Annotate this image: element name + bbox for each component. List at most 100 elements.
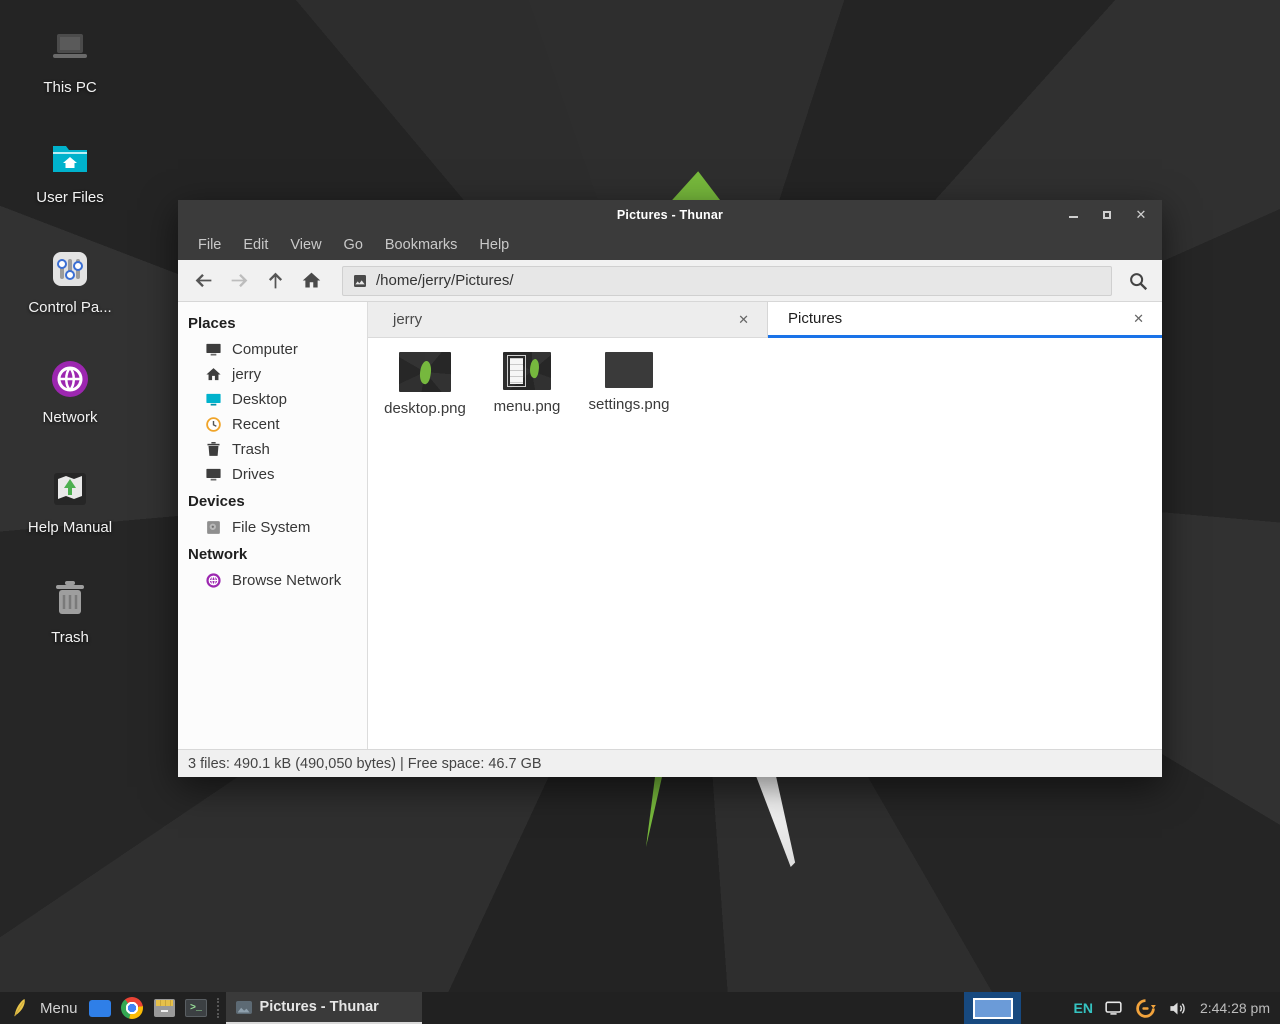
keyboard-layout-indicator[interactable]: EN <box>1073 1000 1092 1016</box>
menu-button-label[interactable]: Menu <box>40 1000 78 1017</box>
file-thumbnail <box>503 352 551 390</box>
tab-jerry[interactable]: jerry ✕ <box>368 302 768 338</box>
taskbar: Menu >_ Pictures - Thunar EN 2:4 <box>0 992 1280 1024</box>
file-name: desktop.png <box>384 400 466 417</box>
sidebar-item-jerry[interactable]: jerry <box>178 362 367 387</box>
sidebar-header-places: Places <box>178 309 367 337</box>
tab-close-icon[interactable]: ✕ <box>1127 309 1150 329</box>
sidebar-item-computer[interactable]: Computer <box>178 337 367 362</box>
desktop-icon-this-pc[interactable]: This PC <box>20 26 120 96</box>
taskbar-window-button[interactable]: Pictures - Thunar <box>226 992 422 1024</box>
desktop-icon-control-panel[interactable]: Control Pa... <box>20 246 120 316</box>
status-text: 3 files: 490.1 kB (490,050 bytes) | Free… <box>188 756 542 772</box>
control-panel-icon <box>47 246 93 292</box>
file-name: menu.png <box>494 398 561 415</box>
tab-label: jerry <box>393 311 732 328</box>
sidebar-item-browse-network[interactable]: Browse Network <box>178 568 367 593</box>
desktop-icon <box>205 391 222 408</box>
feather-logo-icon <box>11 997 29 1019</box>
menu-file[interactable]: File <box>187 233 232 257</box>
sidebar-item-file-system[interactable]: File System <box>178 515 367 540</box>
toolbar: /home/jerry/Pictures/ <box>178 260 1162 302</box>
wallpaper-logo-fragment <box>644 777 664 847</box>
sidebar-item-desktop[interactable]: Desktop <box>178 387 367 412</box>
address-path: /home/jerry/Pictures/ <box>376 272 514 289</box>
recent-clock-icon <box>205 416 222 433</box>
forward-arrow-icon <box>229 270 250 291</box>
terminal-launcher[interactable]: >_ <box>185 997 208 1020</box>
desktop-icon-user-files[interactable]: User Files <box>20 136 120 206</box>
sidebar-item-label: Drives <box>232 466 275 483</box>
volume-button[interactable] <box>1166 997 1189 1020</box>
thunar-window: Pictures - Thunar ✕ File Edit View Go Bo… <box>178 200 1162 777</box>
menu-view[interactable]: View <box>279 233 332 257</box>
desktop-icon-network[interactable]: Network <box>20 356 120 426</box>
search-button[interactable] <box>1124 267 1152 295</box>
maximize-button[interactable] <box>1096 200 1118 229</box>
sidebar-item-label: jerry <box>232 366 261 383</box>
desktop-wallpaper: This PC User Files Control Pa... Network… <box>0 0 1280 1024</box>
file-name: settings.png <box>589 396 670 413</box>
folder-home-icon <box>47 136 93 182</box>
desktop-icon-trash[interactable]: Trash <box>20 576 120 646</box>
up-arrow-icon <box>265 270 286 291</box>
file-desktop-png[interactable]: desktop.png <box>374 347 476 417</box>
archive-launcher[interactable] <box>153 997 176 1020</box>
sidebar-item-recent[interactable]: Recent <box>178 412 367 437</box>
trash-icon <box>47 576 93 622</box>
chrome-launcher[interactable] <box>121 997 144 1020</box>
sidebar: Places Computer jerry Desktop Recent <box>178 302 368 749</box>
file-list: desktop.png menu.png settings.png <box>368 338 1162 749</box>
trash-icon <box>205 441 222 458</box>
address-bar[interactable]: /home/jerry/Pictures/ <box>342 266 1112 296</box>
taskbar-separator <box>217 998 224 1018</box>
tab-close-icon[interactable]: ✕ <box>732 310 755 330</box>
desktop-icon-label: This PC <box>43 79 96 96</box>
forward-button[interactable] <box>224 266 254 296</box>
sidebar-item-drives[interactable]: Drives <box>178 462 367 487</box>
menu-bookmarks[interactable]: Bookmarks <box>374 233 469 257</box>
workspace-switcher[interactable] <box>964 992 1021 1024</box>
drives-icon <box>205 466 222 483</box>
search-icon <box>1127 270 1149 292</box>
window-title: Pictures - Thunar <box>617 208 723 222</box>
computer-icon <box>205 341 222 358</box>
tab-pictures[interactable]: Pictures ✕ <box>768 302 1162 338</box>
home-icon <box>301 270 322 291</box>
maximize-icon <box>1103 211 1111 219</box>
menu-go[interactable]: Go <box>333 233 374 257</box>
menu-help[interactable]: Help <box>468 233 520 257</box>
file-settings-png[interactable]: settings.png <box>578 347 680 413</box>
desktop-icon-help-manual[interactable]: Help Manual <box>20 466 120 536</box>
tab-bar: jerry ✕ Pictures ✕ <box>368 302 1162 338</box>
update-manager-button[interactable] <box>1134 997 1157 1020</box>
tab-label: Pictures <box>788 310 1127 327</box>
sidebar-item-label: Computer <box>232 341 298 358</box>
hard-disk-icon <box>205 519 222 536</box>
wallpaper-logo-fragment <box>668 168 720 200</box>
minimize-icon <box>1069 216 1078 218</box>
back-button[interactable] <box>188 266 218 296</box>
system-tray: EN 2:44:28 pm <box>1021 992 1280 1024</box>
picture-icon <box>352 273 368 289</box>
speaker-icon <box>1168 999 1187 1018</box>
close-button[interactable]: ✕ <box>1130 200 1152 229</box>
sidebar-item-trash[interactable]: Trash <box>178 437 367 462</box>
home-button[interactable] <box>296 266 326 296</box>
minimize-button[interactable] <box>1062 200 1084 229</box>
menu-edit[interactable]: Edit <box>232 233 279 257</box>
clock[interactable]: 2:44:28 pm <box>1200 1000 1270 1016</box>
distro-menu-button[interactable] <box>8 997 31 1020</box>
display-tray-button[interactable] <box>1102 997 1125 1020</box>
up-button[interactable] <box>260 266 290 296</box>
sidebar-item-label: File System <box>232 519 310 536</box>
window-titlebar[interactable]: Pictures - Thunar ✕ <box>178 200 1162 229</box>
sidebar-item-label: Trash <box>232 441 270 458</box>
active-workspace[interactable] <box>973 998 1013 1019</box>
menu-bar: File Edit View Go Bookmarks Help <box>178 229 1162 260</box>
file-menu-png[interactable]: menu.png <box>476 347 578 415</box>
desktop-icon-label: Control Pa... <box>28 299 111 316</box>
file-manager-launcher[interactable] <box>89 997 112 1020</box>
sidebar-header-network: Network <box>178 540 367 568</box>
sidebar-item-label: Recent <box>232 416 280 433</box>
